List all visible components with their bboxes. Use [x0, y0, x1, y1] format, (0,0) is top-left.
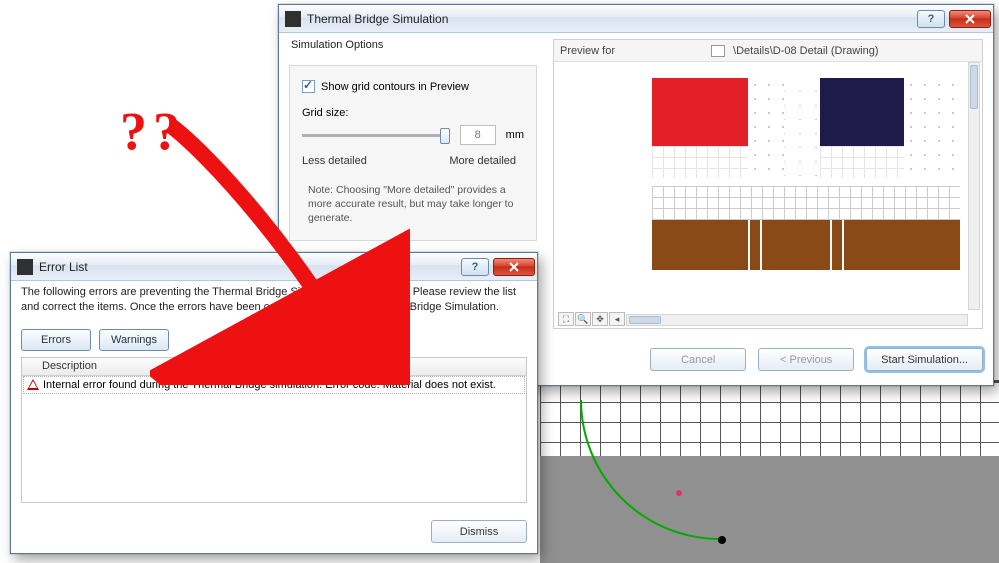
- slider-min-label: Less detailed: [302, 155, 367, 167]
- grid-size-label: Grid size:: [302, 107, 524, 119]
- joint-2: [760, 220, 762, 270]
- slider-max-label: More detailed: [449, 155, 516, 167]
- material-grid-band: [652, 186, 960, 220]
- material-brown: [652, 220, 960, 270]
- preview-canvas[interactable]: [556, 62, 968, 310]
- grid-size-slider[interactable]: [302, 134, 450, 137]
- table-row[interactable]: Internal error found during the Thermal …: [23, 376, 525, 394]
- preview-scrollbar-vertical[interactable]: [968, 62, 980, 310]
- material-grid-b: [820, 146, 904, 178]
- simulation-options-heading: Simulation Options: [291, 39, 537, 51]
- simulation-options-panel: Simulation Options Show grid contours in…: [289, 39, 537, 241]
- joint-4: [842, 220, 844, 270]
- preview-for-label: Preview for: [560, 45, 615, 57]
- error-icon: [27, 379, 39, 390]
- cancel-button[interactable]: Cancel: [650, 348, 746, 371]
- previous-button[interactable]: < Previous: [758, 348, 854, 371]
- scroll-thumb-h[interactable]: [629, 316, 661, 324]
- thermal-title: Thermal Bridge Simulation: [307, 12, 917, 26]
- app-icon: [285, 11, 301, 27]
- annotation-question-marks: ??: [120, 100, 186, 162]
- slider-thumb[interactable]: [440, 128, 450, 144]
- material-navy: [820, 78, 904, 146]
- show-grid-checkbox[interactable]: [302, 80, 315, 93]
- pan-icon[interactable]: ✥: [592, 312, 608, 326]
- close-button[interactable]: [493, 258, 535, 276]
- dismiss-button[interactable]: Dismiss: [431, 520, 527, 543]
- error-list-titlebar[interactable]: Error List ?: [11, 253, 537, 281]
- preview-pane: Preview for \Details\D-08 Detail (Drawin…: [553, 39, 983, 329]
- close-icon: [507, 262, 521, 272]
- thermal-titlebar[interactable]: Thermal Bridge Simulation ?: [279, 5, 993, 33]
- material-dots-1: [748, 78, 784, 178]
- column-description[interactable]: Description: [22, 358, 526, 376]
- detail-note: Note: Choosing "More detailed" provides …: [308, 183, 518, 226]
- error-intro-text: The following errors are preventing the …: [21, 285, 527, 315]
- error-table: Description Internal error found during …: [21, 357, 527, 503]
- joint-3: [830, 220, 832, 270]
- grid-size-unit: mm: [506, 129, 524, 141]
- show-grid-label: Show grid contours in Preview: [321, 81, 469, 93]
- joint-1: [748, 220, 750, 270]
- cad-node-pink: [676, 490, 682, 496]
- preview-scrollbar-horizontal[interactable]: [626, 314, 968, 326]
- error-list-title: Error List: [39, 260, 461, 274]
- scroll-left-icon[interactable]: ◂: [609, 312, 625, 326]
- tab-errors[interactable]: Errors: [21, 329, 91, 351]
- material-grid-a: [652, 146, 748, 178]
- material-tri: [784, 78, 820, 178]
- scroll-thumb-v[interactable]: [970, 65, 978, 109]
- help-button[interactable]: ?: [917, 10, 945, 28]
- material-dots-2: [904, 78, 960, 178]
- close-button[interactable]: [949, 10, 991, 28]
- help-button[interactable]: ?: [461, 258, 489, 276]
- preview-toolbar: ⛶ 🔍 ✥ ◂: [558, 312, 625, 326]
- path-icon: [711, 45, 725, 57]
- preview-path: \Details\D-08 Detail (Drawing): [733, 45, 879, 57]
- close-icon: [963, 14, 977, 24]
- error-list-dialog: Error List ? The following errors are pr…: [10, 252, 538, 554]
- grid-size-value[interactable]: 8: [460, 125, 496, 145]
- app-icon: [17, 259, 33, 275]
- material-red: [652, 78, 748, 146]
- tab-warnings[interactable]: Warnings: [99, 329, 169, 351]
- zoom-extents-icon[interactable]: ⛶: [558, 312, 574, 326]
- start-simulation-button[interactable]: Start Simulation...: [866, 348, 983, 371]
- cad-node-black: [718, 536, 726, 544]
- zoom-icon[interactable]: 🔍: [575, 312, 591, 326]
- error-description: Internal error found during the Thermal …: [43, 379, 496, 391]
